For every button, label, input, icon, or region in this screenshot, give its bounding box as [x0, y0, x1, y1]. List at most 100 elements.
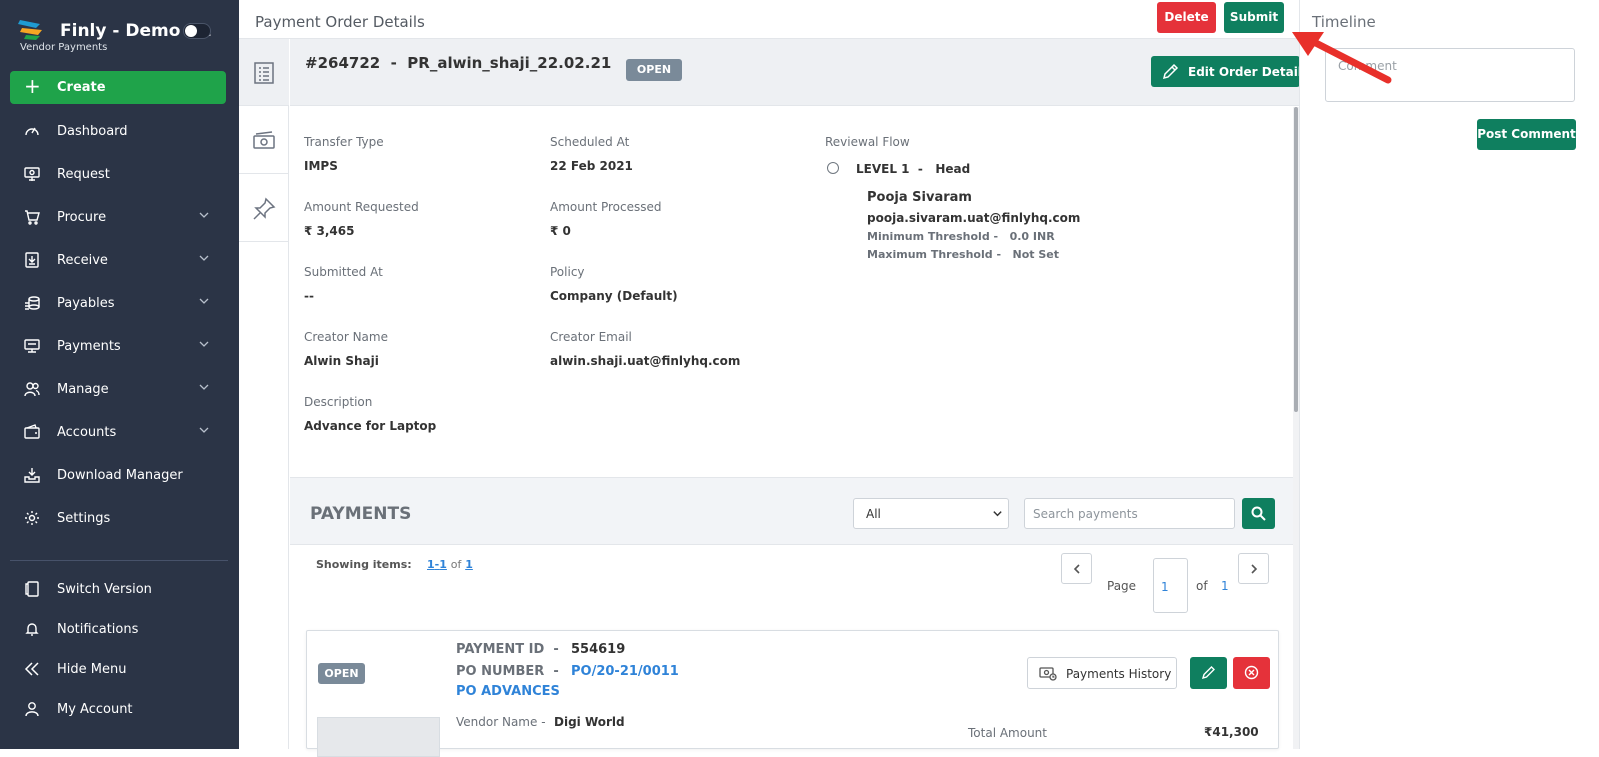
submitted-at-value: --: [304, 289, 314, 303]
policy-value: Company (Default): [550, 289, 678, 303]
page-of-label: of: [1196, 579, 1208, 593]
amount-requested-label: Amount Requested: [304, 200, 419, 214]
sidebar-item-dashboard[interactable]: Dashboard: [0, 113, 239, 149]
vendor-name-value: Digi World: [554, 715, 625, 729]
po-type-link[interactable]: PO ADVANCES: [456, 684, 560, 699]
timeline-panel: Timeline Post Comment: [1299, 0, 1599, 749]
payment-card: OPEN PAYMENT ID - 554619 PO NUMBER - PO/…: [306, 630, 1279, 757]
transfer-type-label: Transfer Type: [304, 135, 384, 149]
finly-logo-icon: [18, 20, 42, 40]
payment-id-value: 554619: [571, 642, 626, 657]
sidebar-item-procure[interactable]: Procure: [0, 199, 239, 235]
bell-icon: [25, 623, 39, 636]
cancel-payment-button[interactable]: [1233, 657, 1270, 689]
page-label: Page: [1107, 579, 1137, 593]
create-button[interactable]: + Create: [10, 71, 226, 104]
payments-search-input[interactable]: [1024, 498, 1235, 529]
attachment-thumbnail[interactable]: [317, 717, 440, 757]
list-icon: [254, 62, 274, 84]
description-label: Description: [304, 395, 373, 409]
page-header: Payment Order Details: [239, 0, 1299, 39]
delete-button[interactable]: Delete: [1157, 2, 1216, 33]
detail-tabs: [239, 39, 289, 749]
tab-details[interactable]: [239, 39, 289, 106]
user-icon: [25, 702, 39, 717]
range-start-link[interactable]: 1: [427, 558, 435, 571]
order-status-badge: OPEN: [626, 59, 682, 81]
chevron-down-icon: [199, 341, 209, 347]
tab-payments[interactable]: [239, 107, 289, 174]
range-end-link[interactable]: 1: [439, 558, 447, 571]
post-comment-button[interactable]: Post Comment: [1477, 119, 1576, 150]
vendor-name-label: Vendor Name -: [456, 715, 546, 729]
showing-items: Showing items: 1-1 of 1: [316, 558, 473, 571]
request-icon: [24, 167, 40, 181]
submit-button[interactable]: Submit: [1224, 2, 1284, 33]
scrollbar-thumb[interactable]: [1294, 107, 1298, 412]
users-icon: [24, 382, 40, 397]
app-subtitle: Vendor Payments: [20, 42, 108, 53]
sidebar-item-switch-version[interactable]: Switch Version: [0, 571, 239, 607]
reviewal-flow-label: Reviewal Flow: [825, 135, 910, 149]
transfer-type-value: IMPS: [304, 159, 338, 173]
amount-processed-label: Amount Processed: [550, 200, 662, 214]
wallet-icon: [24, 424, 40, 439]
payments-title: PAYMENTS: [310, 504, 412, 524]
level-radio[interactable]: [827, 162, 839, 174]
chevron-down-icon: [199, 255, 209, 261]
coins-icon: [25, 296, 40, 310]
prev-page-button[interactable]: [1061, 553, 1092, 584]
sidebar-item-download-manager[interactable]: Download Manager: [0, 457, 239, 493]
dashboard-icon: [25, 127, 39, 136]
page-number-input[interactable]: 1: [1153, 558, 1188, 613]
chevron-down-icon: [199, 384, 209, 390]
sidebar-item-settings[interactable]: Settings: [0, 500, 239, 536]
tab-pinned[interactable]: [239, 175, 289, 242]
sidebar-item-payables[interactable]: Payables: [0, 285, 239, 321]
creator-name-value: Alwin Shaji: [304, 354, 379, 368]
order-header: #264722 - PR_alwin_shaji_22.02.21 OPEN E…: [290, 39, 1309, 106]
order-id: #264722 - PR_alwin_shaji_22.02.21: [305, 54, 612, 72]
chevron-right-icon: [1251, 564, 1258, 574]
chevron-down-icon: [199, 212, 209, 218]
total-amount-value: ₹41,300: [1204, 725, 1259, 739]
pencil-icon: [1201, 666, 1215, 680]
sidebar-item-accounts[interactable]: Accounts: [0, 414, 239, 450]
po-number-label: PO NUMBER -: [456, 664, 559, 679]
download-icon: [25, 252, 39, 268]
history-icon: [1039, 667, 1057, 681]
cash-icon: [253, 131, 275, 149]
payment-status-badge: OPEN: [318, 663, 365, 684]
sidebar-divider: [10, 560, 228, 561]
creator-name-label: Creator Name: [304, 330, 388, 344]
annotation-arrow-icon: [1292, 32, 1392, 84]
sidebar-item-payments[interactable]: Payments: [0, 328, 239, 364]
switch-icon: [25, 581, 39, 597]
scheduled-at-label: Scheduled At: [550, 135, 630, 149]
sidebar-item-request[interactable]: Request: [0, 156, 239, 192]
double-chevron-left-icon: [24, 662, 39, 676]
theme-toggle[interactable]: [183, 23, 211, 39]
sidebar-item-hide-menu[interactable]: Hide Menu: [0, 651, 239, 687]
payments-history-button[interactable]: Payments History: [1027, 657, 1177, 689]
edit-payment-button[interactable]: [1190, 657, 1227, 689]
next-page-button[interactable]: [1238, 553, 1269, 584]
search-button[interactable]: [1242, 498, 1275, 529]
page-total: 1: [1221, 579, 1229, 593]
plus-icon: +: [24, 74, 41, 98]
payments-filter-select[interactable]: All: [853, 498, 1009, 529]
pin-icon: [253, 197, 276, 220]
chevron-down-icon: [199, 427, 209, 433]
sidebar-item-notifications[interactable]: Notifications: [0, 611, 239, 647]
payment-id-label: PAYMENT ID -: [456, 642, 559, 657]
total-link[interactable]: 1: [465, 558, 473, 571]
tray-icon: [24, 468, 40, 483]
po-number-link[interactable]: PO/20-21/0011: [571, 664, 679, 679]
monitor-icon: [24, 339, 40, 353]
sidebar-item-manage[interactable]: Manage: [0, 371, 239, 407]
creator-email-value: alwin.shaji.uat@finlyhq.com: [550, 354, 741, 368]
edit-order-button[interactable]: Edit Order Details: [1151, 56, 1309, 87]
sidebar-item-receive[interactable]: Receive: [0, 242, 239, 278]
order-details: Transfer Type IMPS Scheduled At 22 Feb 2…: [290, 107, 1293, 477]
sidebar-item-my-account[interactable]: My Account: [0, 691, 239, 727]
